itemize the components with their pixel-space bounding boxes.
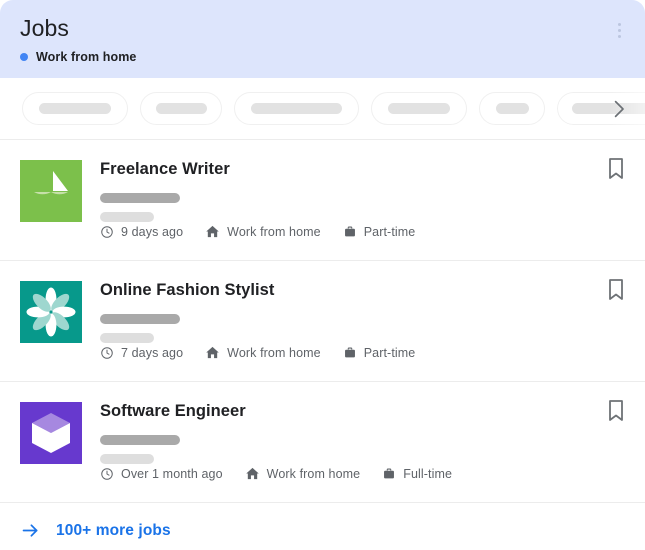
job-meta-row: Over 1 month ago Work from home Full-time [100,466,474,481]
job-location-label: Work from home [227,345,321,360]
filter-chip-placeholder [155,103,207,114]
job-type-label: Part-time [363,345,416,360]
job-location-label: Work from home [266,466,361,481]
chip-scroll-next-button[interactable] [607,97,631,121]
filter-chip-placeholder [495,103,529,114]
clock-icon [101,346,113,359]
sailboat-logo [20,160,82,222]
bookmark-icon [609,279,623,300]
job-list-item[interactable]: Freelance Writer 9 days ago Work from home… [0,140,645,261]
header-subtitle-row: Work from home [20,50,625,64]
filter-chip[interactable] [557,92,645,125]
briefcase-icon [344,347,355,357]
filter-chip[interactable] [140,92,222,125]
job-title: Freelance Writer [100,160,230,178]
briefcase-icon [344,226,355,236]
job-type-label: Part-time [363,224,416,239]
location-placeholder [100,212,154,222]
job-posted-meta: Over 1 month ago [100,467,223,481]
job-list-item[interactable]: Software Engineer Over 1 month ago Work fr… [0,382,645,503]
page-title: Jobs [20,15,69,41]
job-details: Software Engineer [82,398,625,502]
company-placeholder [100,435,180,445]
job-type-meta: Full-time [382,467,452,481]
filter-chip-row[interactable] [0,78,645,140]
kebab-dot-icon [617,22,621,26]
more-jobs-label: 100+ more jobs [56,521,171,539]
filter-chip[interactable] [479,92,545,125]
filter-chip-placeholder [251,103,342,114]
home-icon [206,346,219,359]
bookmark-icon [609,400,623,421]
overflow-menu-button[interactable] [607,16,631,44]
job-title: Online Fashion Stylist [100,281,275,299]
job-posted-label: 9 days ago [121,224,184,239]
clock-icon [101,467,113,480]
job-title: Software Engineer [100,402,246,420]
job-posted-label: 7 days ago [121,345,184,360]
filter-chip[interactable] [234,92,359,125]
job-posted-label: Over 1 month ago [121,466,223,481]
job-list: Freelance Writer 9 days ago Work from home… [0,140,645,503]
job-type-label: Full-time [403,466,453,481]
job-details: Online Fashion Stylist [82,277,625,381]
home-icon [206,225,219,238]
more-jobs-button[interactable]: 100+ more jobs [0,503,645,550]
clock-icon [101,225,113,238]
bookmark-button[interactable] [605,398,627,424]
job-posted-meta: 9 days ago [100,225,183,239]
location-placeholder [100,454,154,464]
job-type-meta: Part-time [343,225,416,239]
bookmark-button[interactable] [605,277,627,303]
job-meta-row: 7 days ago Work from home Part-time [100,345,437,360]
cube-logo [20,402,82,464]
job-type-meta: Part-time [343,346,416,360]
location-placeholder [100,333,154,343]
bookmark-button[interactable] [605,156,627,182]
jobs-card: Jobs Work from home Freelance Writer 9 da… [0,0,645,550]
bookmark-icon [609,158,623,179]
job-list-item[interactable]: Online Fashion Stylist 7 days ago Work fro… [0,261,645,382]
job-details: Freelance Writer [82,156,625,260]
job-location-meta: Work from home [245,466,361,481]
filter-chip[interactable] [22,92,128,125]
flower-logo [20,281,82,343]
company-placeholder [100,193,180,203]
kebab-dot-icon [617,34,621,38]
job-posted-meta: 7 days ago [100,346,183,360]
status-dot-icon [20,53,28,61]
header-subtitle: Work from home [36,50,137,64]
job-location-meta: Work from home [205,224,321,239]
home-icon [245,467,259,480]
filter-chip-placeholder [388,103,450,114]
job-location-meta: Work from home [205,345,321,360]
filter-chip[interactable] [371,92,467,125]
job-meta-row: 9 days ago Work from home Part-time [100,224,437,239]
company-placeholder [100,314,180,324]
jobs-header: Jobs Work from home [0,0,645,78]
arrow-right-icon [22,524,38,537]
job-location-label: Work from home [227,224,321,239]
briefcase-icon [384,468,395,478]
filter-chip-placeholder [39,103,111,114]
kebab-dot-icon [617,28,621,32]
